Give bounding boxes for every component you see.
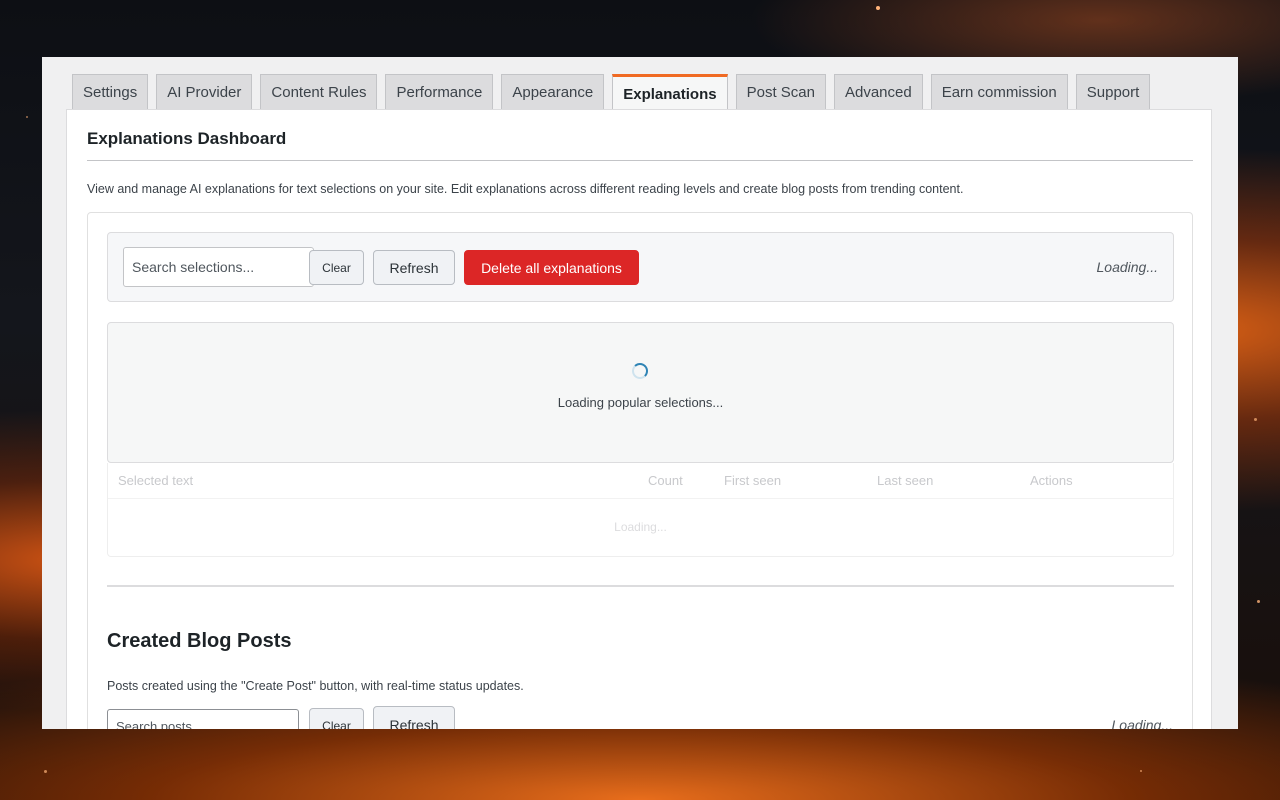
background-star — [1257, 600, 1260, 603]
tab-explanations[interactable]: Explanations — [612, 74, 728, 111]
tab-performance[interactable]: Performance — [385, 74, 494, 110]
section-divider — [107, 585, 1174, 587]
posts-clear-button[interactable]: Clear — [309, 708, 364, 729]
column-header-count[interactable]: Count — [648, 473, 683, 488]
column-header-first-seen[interactable]: First seen — [724, 473, 781, 488]
background-star — [26, 116, 28, 118]
background-star — [876, 6, 880, 10]
explanations-panel: Explanations Dashboard View and manage A… — [66, 109, 1212, 729]
tab-settings[interactable]: Settings — [72, 74, 149, 110]
table-loading-text: Loading... — [614, 520, 667, 534]
page-title: Explanations Dashboard — [87, 129, 287, 148]
tab-advanced[interactable]: Advanced — [833, 74, 923, 110]
refresh-button[interactable]: Refresh — [373, 250, 455, 285]
selections-table: Selected text Count First seen Last seen… — [107, 463, 1174, 557]
tab-content-rules[interactable]: Content Rules — [260, 74, 378, 110]
status-text: Loading... — [1096, 259, 1159, 275]
search-selections-input[interactable] — [123, 247, 314, 287]
blog-posts-title: Created Blog Posts — [107, 630, 292, 652]
tab-post-scan[interactable]: Post Scan — [735, 74, 826, 110]
settings-tabs: Settings AI Provider Content Rules Perfo… — [72, 74, 1158, 111]
blog-posts-description: Posts created using the "Create Post" bu… — [107, 679, 524, 693]
posts-status-text: Loading... — [1111, 717, 1174, 729]
explanations-card: Clear Refresh Delete all explanations Lo… — [87, 212, 1193, 729]
tab-earn-commission[interactable]: Earn commission — [930, 74, 1068, 110]
search-posts-input[interactable] — [107, 709, 299, 729]
admin-window: Settings AI Provider Content Rules Perfo… — [42, 57, 1238, 729]
loading-message: Loading popular selections... — [557, 395, 724, 410]
popular-selections-loader: Loading popular selections... — [107, 322, 1174, 463]
column-header-last-seen[interactable]: Last seen — [877, 473, 933, 488]
column-header-selected-text[interactable]: Selected text — [118, 473, 193, 488]
table-header-divider — [108, 498, 1173, 499]
clear-button[interactable]: Clear — [309, 250, 364, 285]
page-description: View and manage AI explanations for text… — [87, 182, 964, 196]
title-divider — [87, 160, 1193, 161]
tab-appearance[interactable]: Appearance — [501, 74, 605, 110]
background-star — [44, 770, 47, 773]
tab-ai-provider[interactable]: AI Provider — [156, 74, 253, 110]
selections-toolbar: Clear Refresh Delete all explanations Lo… — [107, 232, 1174, 302]
background-star — [1140, 770, 1142, 772]
loading-spinner-icon — [632, 363, 648, 379]
column-header-actions: Actions — [1030, 473, 1073, 488]
posts-refresh-button[interactable]: Refresh — [373, 706, 455, 729]
tab-support[interactable]: Support — [1075, 74, 1151, 110]
delete-all-explanations-button[interactable]: Delete all explanations — [464, 250, 639, 285]
background-star — [1254, 418, 1257, 421]
